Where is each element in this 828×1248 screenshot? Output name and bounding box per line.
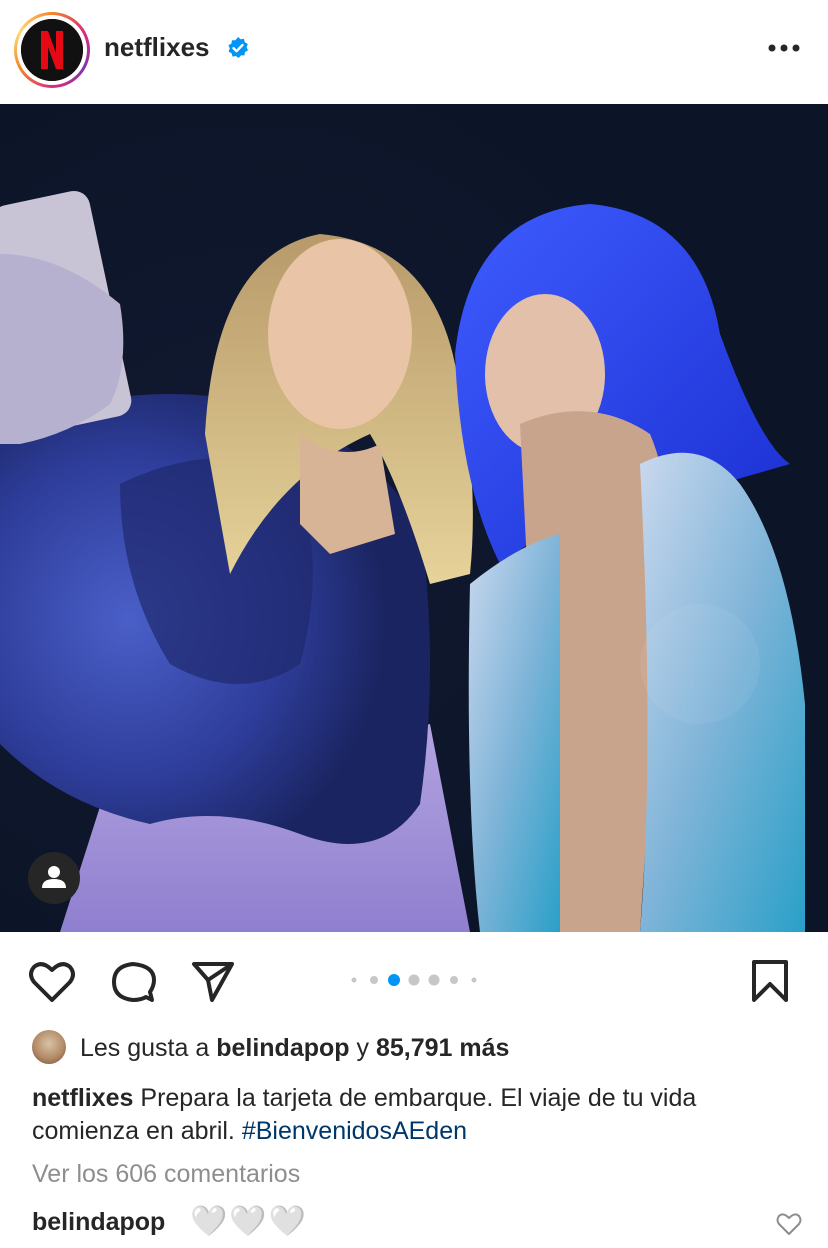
liker-avatar[interactable] <box>32 1030 66 1064</box>
comment-icon[interactable] <box>110 958 156 1004</box>
likes-summary[interactable]: Les gusta a belindapop y 85,791 más <box>32 1030 812 1066</box>
view-all-comments-link[interactable]: Ver los 606 comentarios <box>32 1160 300 1189</box>
likes-prefix: Les gusta a <box>80 1034 210 1062</box>
likes-count[interactable]: 85,791 más <box>376 1034 509 1062</box>
carousel-dot <box>408 974 420 986</box>
top-comment: belindapop 🤍🤍🤍 <box>32 1204 812 1244</box>
caption-hashtag[interactable]: #BienvenidosAEden <box>242 1117 467 1145</box>
comment-username[interactable]: belindapop <box>32 1208 165 1237</box>
photo-illustration <box>0 104 828 932</box>
comment-like-heart-icon[interactable] <box>776 1212 802 1236</box>
heart-icon[interactable] <box>28 960 76 1004</box>
carousel-dot <box>471 977 477 983</box>
carousel-dot <box>428 974 440 986</box>
post-photo[interactable] <box>0 104 828 932</box>
liker-username[interactable]: belindapop <box>216 1034 349 1062</box>
carousel-dot <box>450 976 458 984</box>
verified-badge-icon <box>228 37 248 58</box>
user-tag-icon <box>42 866 66 888</box>
send-icon[interactable] <box>190 958 236 1004</box>
carousel-dot-active <box>388 974 400 986</box>
post-header: netflixes <box>0 0 828 104</box>
post-username[interactable]: netflixes <box>104 32 210 63</box>
likes-conjunction: y <box>356 1034 370 1062</box>
likes-text: Les gusta a belindapop y 85,791 más <box>80 1034 509 1063</box>
more-horizontal-icon[interactable] <box>766 38 802 58</box>
netflix-logo-icon <box>21 19 83 81</box>
carousel-indicator <box>351 974 477 986</box>
bookmark-icon[interactable] <box>750 958 790 1004</box>
story-ring[interactable] <box>14 12 90 88</box>
post-caption: netflixes Prepara la tarjeta de embarque… <box>32 1082 802 1148</box>
user-tag-button[interactable] <box>28 852 80 904</box>
profile-avatar[interactable] <box>21 19 83 81</box>
comment-text: 🤍🤍🤍 <box>190 1205 309 1238</box>
caption-username[interactable]: netflixes <box>32 1084 133 1112</box>
carousel-dot <box>370 976 378 984</box>
carousel-dot <box>351 977 357 983</box>
